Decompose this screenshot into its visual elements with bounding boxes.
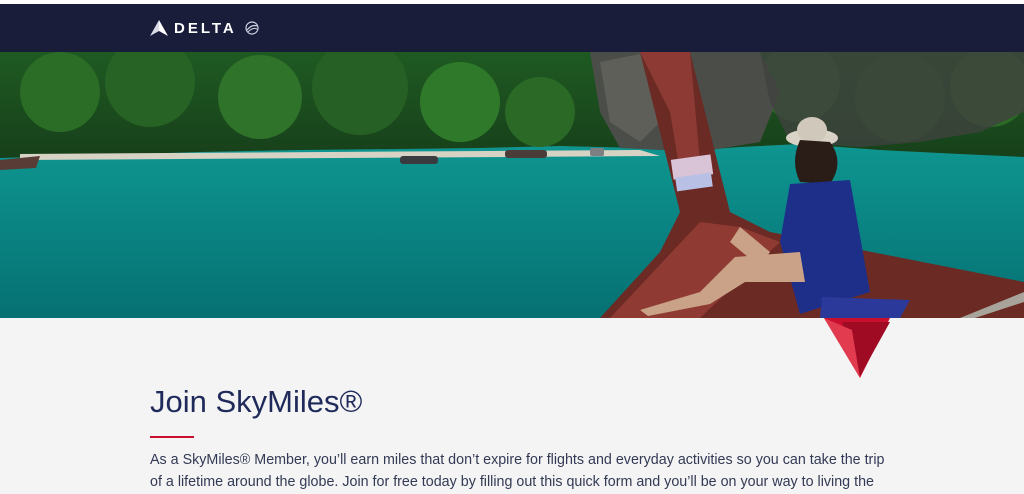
site-header: DELTA	[0, 4, 1024, 52]
delta-logo-link[interactable]: DELTA	[150, 17, 259, 39]
title-divider	[150, 436, 194, 438]
page-title: Join SkyMiles®	[150, 384, 363, 419]
brand-name: DELTA	[174, 19, 237, 37]
delta-widget-icon	[150, 20, 168, 36]
hero-photo	[0, 52, 1024, 318]
globe-icon	[245, 21, 259, 35]
delta-widget-badge-icon	[824, 318, 890, 378]
hero-image	[0, 52, 1024, 318]
intro-paragraph: As a SkyMiles® Member, you’ll earn miles…	[150, 452, 885, 490]
